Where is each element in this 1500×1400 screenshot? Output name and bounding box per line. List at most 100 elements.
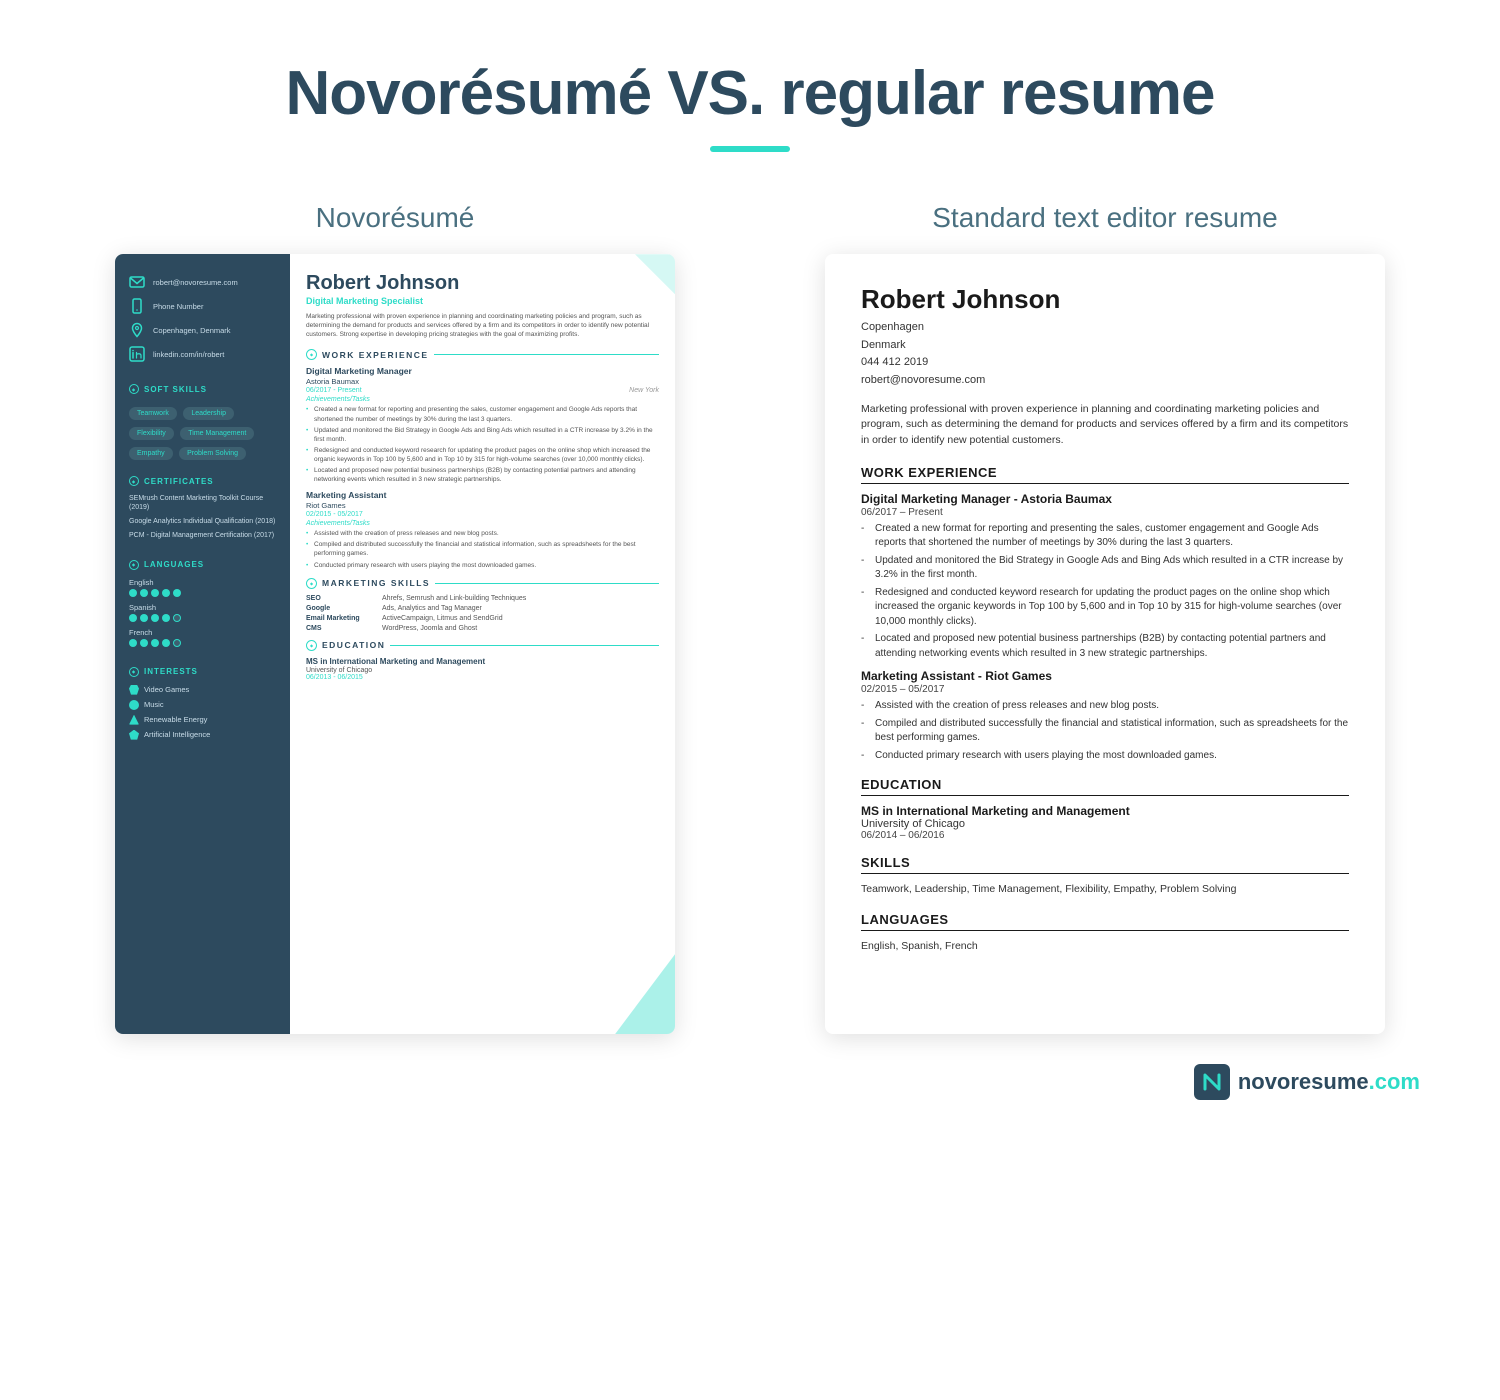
novo-sidebar: robert@novoresume.com Phone Number bbox=[115, 254, 290, 1034]
cert-2: Google Analytics Individual Qualificatio… bbox=[129, 517, 276, 526]
novo-main: Robert Johnson Digital Marketing Special… bbox=[290, 254, 675, 1034]
job1-bullet4: Located and proposed new potential busin… bbox=[306, 466, 659, 484]
music-icon bbox=[129, 700, 139, 710]
dot bbox=[173, 614, 181, 622]
mskill-google: Google Ads, Analytics and Tag Manager bbox=[306, 605, 659, 612]
job2-date: 02/2015 - 05/2017 bbox=[306, 511, 363, 518]
renewable-icon bbox=[129, 715, 139, 725]
lang-english: English bbox=[129, 578, 276, 597]
lang-french: French bbox=[129, 628, 276, 647]
std-edu-date: 06/2014 – 06/2016 bbox=[861, 830, 1349, 841]
contact-phone-text: Phone Number bbox=[153, 302, 203, 311]
soft-skills-badges: Teamwork Leadership Flexibility Time Man… bbox=[129, 402, 276, 462]
skill-badge-leadership: Leadership bbox=[183, 407, 234, 420]
main-title: Novorésumé VS. regular resume bbox=[60, 60, 1440, 128]
interest-music: Music bbox=[129, 700, 276, 710]
std-job1-b2: Updated and monitored the Bid Strategy i… bbox=[861, 554, 1349, 583]
job2-date-row: 02/2015 - 05/2017 bbox=[306, 511, 659, 518]
dot bbox=[151, 639, 159, 647]
skill-badge-teamwork: Teamwork bbox=[129, 407, 177, 420]
footer: novoresume.com bbox=[60, 1064, 1440, 1100]
std-languages-text: English, Spanish, French bbox=[861, 939, 1349, 955]
page-wrapper: Novorésumé VS. regular resume Novorésumé… bbox=[0, 0, 1500, 1140]
standard-card: Robert Johnson CopenhagenDenmark044 412 … bbox=[825, 254, 1385, 1034]
job1-bullet1: Created a new format for reporting and p… bbox=[306, 405, 659, 423]
job2-company: Riot Games bbox=[306, 501, 659, 510]
std-job1-b1: Created a new format for reporting and p… bbox=[861, 522, 1349, 551]
dot bbox=[173, 639, 181, 647]
job1-location: New York bbox=[629, 387, 659, 394]
skill-badge-timemanagement: Time Management bbox=[180, 427, 254, 440]
dot bbox=[151, 589, 159, 597]
std-lang-section-title: LANGUAGES bbox=[861, 912, 1349, 931]
std-job1-b3: Redesigned and conducted keyword researc… bbox=[861, 586, 1349, 630]
interest-ai: Artificial Intelligence bbox=[129, 730, 276, 740]
interest-renewable: Renewable Energy bbox=[129, 715, 276, 725]
contact-linkedin-row: linkedin.com/in/robert bbox=[129, 346, 276, 362]
work-section-icon bbox=[306, 349, 317, 360]
header: Novorésumé VS. regular resume bbox=[60, 60, 1440, 152]
work-section-header: WORK EXPERIENCE bbox=[306, 349, 659, 360]
dot bbox=[129, 639, 137, 647]
lang-spanish: Spanish bbox=[129, 603, 276, 622]
title-accent-bar bbox=[710, 146, 790, 152]
std-skills-section-title: SKILLS bbox=[861, 855, 1349, 874]
phone-icon bbox=[129, 298, 145, 314]
novoresume-logo: novoresume.com bbox=[1194, 1064, 1420, 1100]
ai-icon bbox=[129, 730, 139, 740]
cert-3: PCM - Digital Management Certification (… bbox=[129, 531, 276, 540]
linkedin-icon bbox=[129, 346, 145, 362]
std-job2-date: 02/2015 – 05/2017 bbox=[861, 684, 1349, 695]
dot bbox=[173, 589, 181, 597]
edu-date: 06/2013 - 06/2015 bbox=[306, 674, 659, 681]
marketing-section-text: MARKETING SKILLS bbox=[322, 578, 430, 588]
std-job2: Marketing Assistant - Riot Games 02/2015… bbox=[861, 669, 1349, 763]
skill-badge-flexibility: Flexibility bbox=[129, 427, 174, 440]
logo-text-part: novoresume.com bbox=[1238, 1069, 1420, 1095]
contact-email-row: robert@novoresume.com bbox=[129, 274, 276, 290]
edu-section-line bbox=[390, 645, 659, 646]
soft-skills-icon bbox=[129, 384, 139, 394]
dot bbox=[140, 639, 148, 647]
edu-section-icon bbox=[306, 640, 317, 651]
dot bbox=[151, 614, 159, 622]
std-work-section-title: WORK EXPERIENCE bbox=[861, 465, 1349, 484]
soft-skills-title: SOFT SKILLS bbox=[129, 384, 276, 394]
std-edu-school: University of Chicago bbox=[861, 818, 1349, 830]
std-contact: CopenhagenDenmark044 412 2019robert@novo… bbox=[861, 319, 1349, 389]
job1-bullet3: Redesigned and conducted keyword researc… bbox=[306, 446, 659, 464]
edu-school: University of Chicago bbox=[306, 667, 659, 674]
job1-subtitle: Achievements/Tasks bbox=[306, 396, 659, 403]
contact-linkedin-text: linkedin.com/in/robert bbox=[153, 350, 224, 359]
comparison-row: Novorésumé robert@novoresume.com bbox=[60, 202, 1440, 1034]
job1-title: Digital Marketing Manager bbox=[306, 366, 659, 376]
dot bbox=[129, 614, 137, 622]
n-svg bbox=[1201, 1071, 1223, 1093]
logo-n-icon bbox=[1194, 1064, 1230, 1100]
novo-job-title: Digital Marketing Specialist bbox=[306, 296, 659, 306]
std-edu-section-title: EDUCATION bbox=[861, 777, 1349, 796]
standard-col-label: Standard text editor resume bbox=[932, 202, 1278, 234]
languages-icon bbox=[129, 560, 139, 570]
job2-bullet2: Compiled and distributed successfully th… bbox=[306, 540, 659, 558]
mskill-cms: CMS WordPress, Joomla and Ghost bbox=[306, 625, 659, 632]
job2-bullet3: Conducted primary research with users pl… bbox=[306, 561, 659, 570]
std-job1-b4: Located and proposed new potential busin… bbox=[861, 632, 1349, 661]
std-edu-degree: MS in International Marketing and Manage… bbox=[861, 804, 1349, 818]
novo-candidate-name: Robert Johnson bbox=[306, 272, 659, 294]
job2-subtitle: Achievements/Tasks bbox=[306, 520, 659, 527]
contact-email-text: robert@novoresume.com bbox=[153, 278, 238, 287]
novoresume-card: robert@novoresume.com Phone Number bbox=[115, 254, 675, 1034]
contact-location-row: Copenhagen, Denmark bbox=[129, 322, 276, 338]
std-job1: Digital Marketing Manager - Astoria Baum… bbox=[861, 492, 1349, 662]
dot bbox=[162, 639, 170, 647]
dot bbox=[129, 589, 137, 597]
mskill-email: Email Marketing ActiveCampaign, Litmus a… bbox=[306, 615, 659, 622]
interest-videogames: Video Games bbox=[129, 685, 276, 695]
marketing-section-header: MARKETING SKILLS bbox=[306, 578, 659, 589]
std-job2-b2: Compiled and distributed successfully th… bbox=[861, 717, 1349, 746]
certificates-title: CERTIFICATES bbox=[129, 476, 276, 486]
dot bbox=[140, 589, 148, 597]
marketing-section-icon bbox=[306, 578, 317, 589]
edu-degree: MS in International Marketing and Manage… bbox=[306, 657, 659, 666]
